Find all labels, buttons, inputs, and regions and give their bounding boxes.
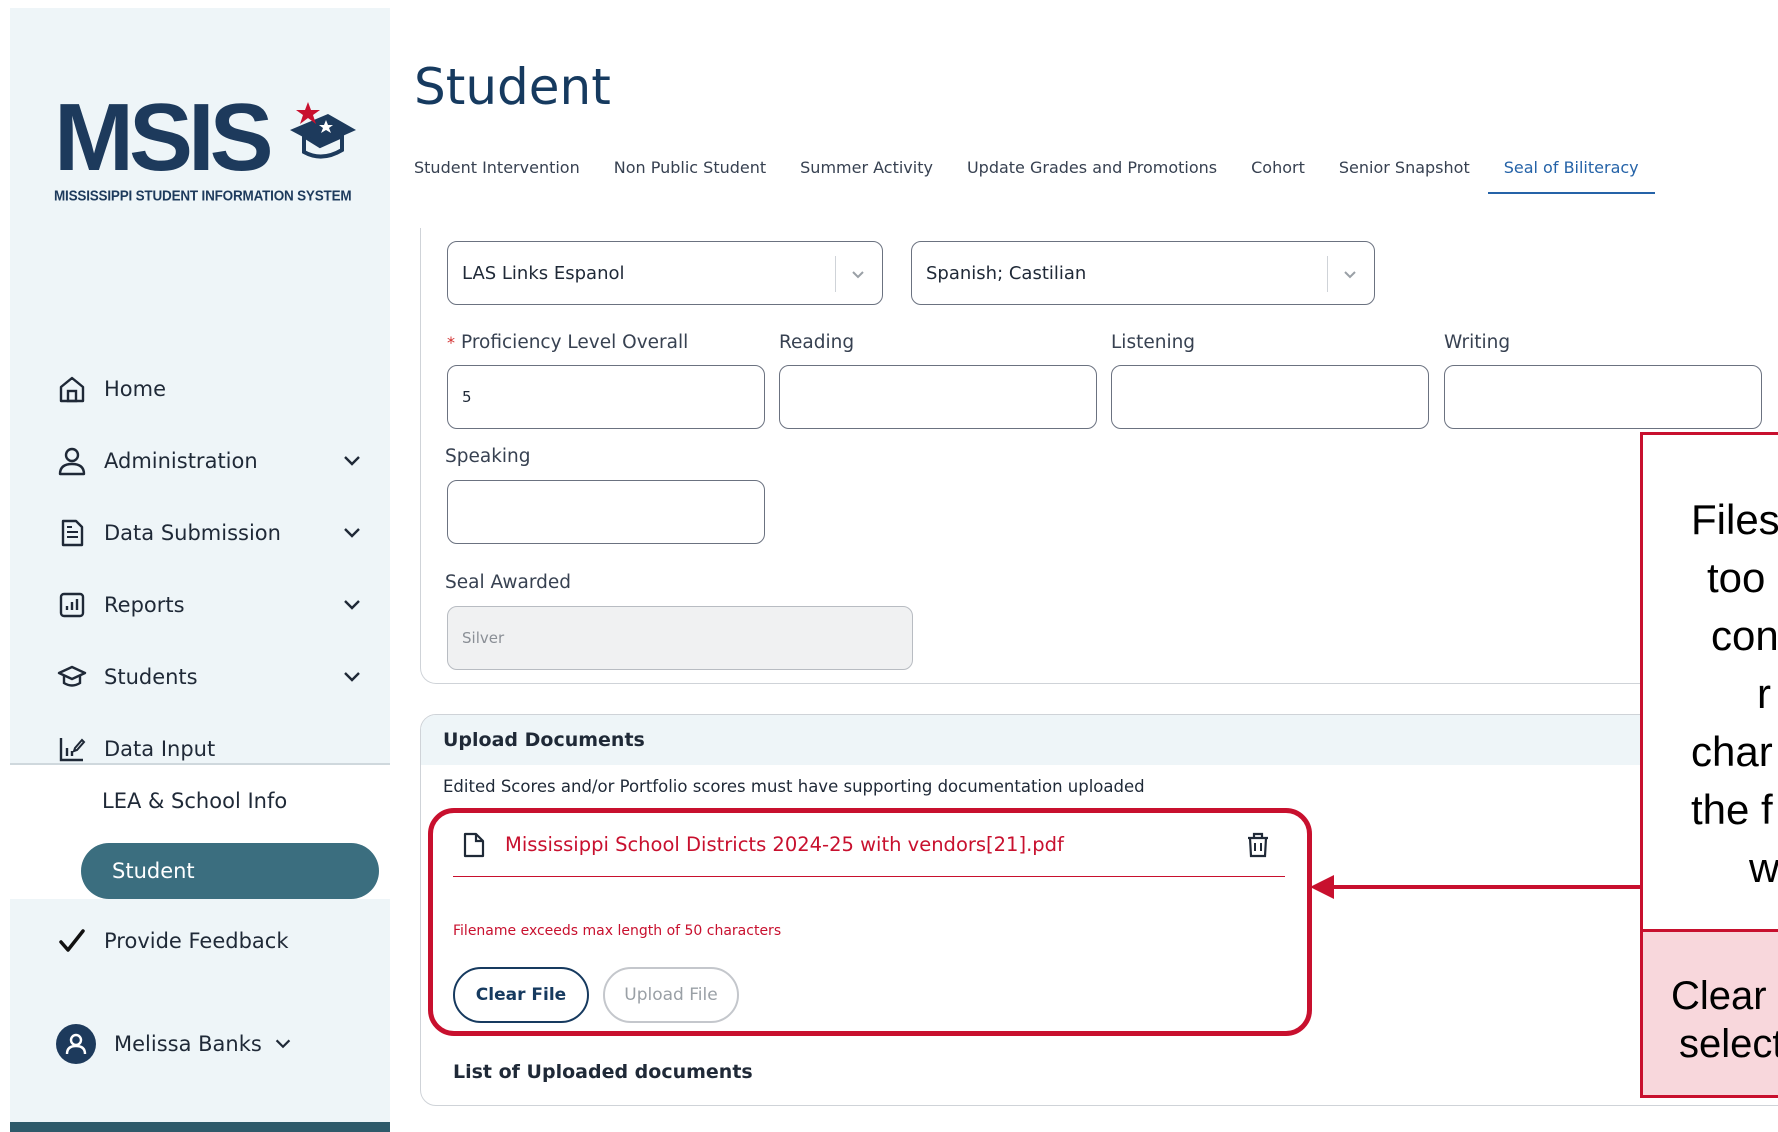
callout-line: char — [1691, 728, 1773, 775]
uploaded-documents-header: List of Uploaded documents — [453, 1061, 753, 1083]
tab-seal-of-biliteracy[interactable]: Seal of Biliteracy — [1487, 150, 1655, 194]
chevron-down-icon[interactable] — [340, 521, 364, 545]
sidebar-item-administration[interactable]: Administration — [10, 425, 390, 497]
seal-awarded-input: Silver — [447, 606, 913, 670]
chevron-down-icon[interactable] — [272, 1033, 294, 1055]
callout-line: too — [1707, 554, 1766, 601]
listening-label: Listening — [1111, 332, 1196, 353]
chart-icon — [56, 589, 88, 621]
tab-non-public-student[interactable]: Non Public Student — [614, 150, 766, 194]
writing-input[interactable] — [1444, 365, 1762, 429]
sidebar-nav: Home Administration Data Submission Repo… — [10, 353, 390, 785]
sidebar-item-label: Administration — [104, 449, 258, 473]
sidebar-item-label: Reports — [104, 593, 185, 617]
user-name: Melissa Banks — [114, 1032, 262, 1056]
assessment-select[interactable]: LAS Links Espanol — [447, 241, 883, 305]
callout-action-line: select — [1679, 1022, 1778, 1066]
callout-arrow-head — [1310, 875, 1334, 899]
checkmark-icon — [59, 929, 85, 952]
upload-note: Edited Scores and/or Portfolio scores mu… — [443, 777, 1145, 796]
sidebar-item-label: Home — [104, 377, 167, 401]
person-icon — [56, 445, 88, 477]
callout-line: w — [1749, 844, 1778, 891]
proficiency-input[interactable]: 5 — [447, 365, 765, 429]
sidebar-subitem-student[interactable]: Student — [81, 843, 379, 899]
language-value: Spanish; Castilian — [926, 262, 1087, 284]
sidebar-item-label: Data Input — [104, 737, 216, 761]
sidebar-item-reports[interactable]: Reports — [10, 569, 390, 641]
speaking-label: Speaking — [445, 446, 531, 467]
writing-label: Writing — [1444, 332, 1511, 353]
speaking-input[interactable] — [447, 480, 765, 544]
msis-logo[interactable]: MSIS MISSISSIPPI STUDENT INFORMATION SYS… — [54, 90, 356, 204]
assessment-value: LAS Links Espanol — [462, 262, 625, 284]
avatar — [56, 1024, 96, 1064]
callout-line: con — [1711, 612, 1778, 659]
chevron-down-icon[interactable] — [340, 449, 364, 473]
graduation-cap-icon — [56, 661, 88, 693]
sidebar-footer-bar — [10, 1122, 390, 1132]
tab-student-intervention[interactable]: Student Intervention — [414, 150, 580, 194]
upload-documents-header: Upload Documents — [421, 715, 1778, 765]
user-icon — [65, 1033, 87, 1055]
sidebar-item-label: Data Submission — [104, 521, 281, 545]
page-title: Student — [414, 58, 611, 116]
sidebar-item-data-submission[interactable]: Data Submission — [10, 497, 390, 569]
chevron-down-icon[interactable] — [340, 665, 364, 689]
feedback-label: Provide Feedback — [104, 929, 289, 953]
annotation-action-callout: Clear select — [1640, 932, 1778, 1098]
chevron-down-icon — [1344, 271, 1356, 279]
user-menu[interactable]: Melissa Banks — [56, 1024, 294, 1064]
tab-senior-snapshot[interactable]: Senior Snapshot — [1339, 150, 1470, 194]
callout-line: Files — [1691, 496, 1778, 543]
data-input-subnav: LEA & School Info Student — [10, 763, 390, 899]
sidebar-item-home[interactable]: Home — [10, 353, 390, 425]
tab-update-grades-promotions[interactable]: Update Grades and Promotions — [967, 150, 1217, 194]
home-icon — [56, 373, 88, 405]
sidebar-item-students[interactable]: Students — [10, 641, 390, 713]
logo-subtitle: MISSISSIPPI STUDENT INFORMATION SYSTEM — [54, 187, 352, 204]
student-tabs: Student Intervention Non Public Student … — [414, 150, 1689, 194]
callout-action-line: Clear — [1671, 974, 1767, 1018]
proficiency-label: * Proficiency Level Overall — [447, 332, 689, 353]
seal-awarded-label: Seal Awarded — [445, 572, 572, 593]
annotation-callout: Files too con r char the f w — [1640, 432, 1778, 932]
chevron-down-icon[interactable] — [340, 593, 364, 617]
file-error-highlight-box — [428, 808, 1312, 1036]
tab-summer-activity[interactable]: Summer Activity — [800, 150, 933, 194]
data-input-icon — [56, 733, 88, 765]
sidebar: MSIS MISSISSIPPI STUDENT INFORMATION SYS… — [10, 8, 390, 1132]
callout-line: r — [1757, 670, 1771, 717]
biliteracy-form-card: LAS Links Espanol Spanish; Castilian * Pr… — [420, 228, 1778, 684]
reading-input[interactable] — [779, 365, 1097, 429]
chevron-down-icon — [852, 271, 864, 279]
callout-line: the f — [1691, 786, 1773, 833]
tab-cohort[interactable]: Cohort — [1251, 150, 1305, 194]
callout-arrow-line — [1330, 885, 1642, 889]
sidebar-subitem-lea-school-info[interactable]: LEA & School Info — [102, 789, 287, 813]
listening-input[interactable] — [1111, 365, 1429, 429]
document-icon — [56, 517, 88, 549]
language-select[interactable]: Spanish; Castilian — [911, 241, 1375, 305]
graduation-cap-logo-icon — [290, 102, 356, 159]
sidebar-item-label: Students — [104, 665, 198, 689]
provide-feedback-link[interactable]: Provide Feedback — [56, 925, 289, 957]
reading-label: Reading — [779, 332, 855, 353]
